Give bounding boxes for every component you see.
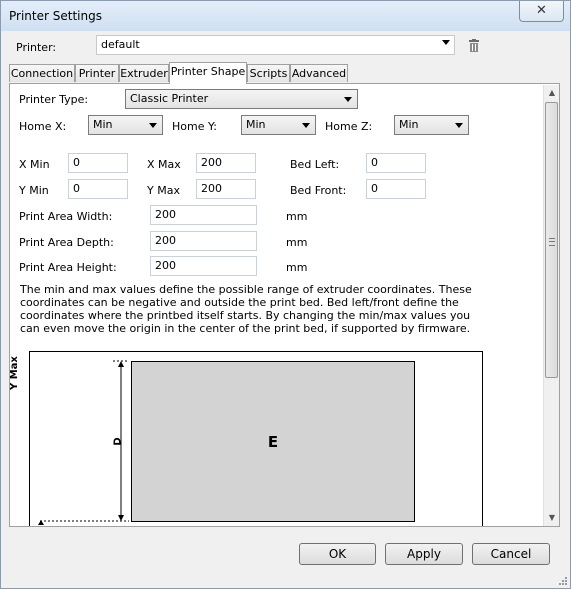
print-area-width-label: Print Area Width: bbox=[19, 210, 113, 223]
scroll-thumb[interactable] bbox=[545, 102, 558, 378]
apply-button[interactable]: Apply bbox=[385, 543, 463, 565]
height-unit-label: mm bbox=[286, 261, 308, 274]
print-area-width-input[interactable]: 200 bbox=[150, 205, 257, 225]
x-max-label: X Max bbox=[147, 158, 181, 171]
home-y-label: Home Y: bbox=[172, 120, 217, 133]
home-x-label: Home X: bbox=[19, 120, 67, 133]
printer-type-label: Printer Type: bbox=[19, 93, 89, 106]
chevron-down-icon bbox=[302, 123, 310, 128]
home-x-select[interactable]: Min bbox=[88, 115, 163, 135]
printer-type-select[interactable]: Classic Printer bbox=[125, 89, 358, 109]
print-area-depth-input[interactable]: 200 bbox=[150, 231, 257, 251]
home-z-label: Home Z: bbox=[325, 120, 373, 133]
width-unit-label: mm bbox=[286, 210, 308, 223]
home-z-value: Min bbox=[399, 118, 419, 131]
printer-select[interactable]: default bbox=[96, 35, 455, 55]
print-area-height-label: Print Area Height: bbox=[19, 261, 117, 274]
tab-printer[interactable]: Printer bbox=[75, 64, 119, 82]
depth-dimension-label: D bbox=[112, 437, 124, 446]
tab-printer-shape[interactable]: Printer Shape bbox=[169, 62, 247, 84]
chevron-down-icon bbox=[149, 123, 157, 128]
y-min-input[interactable]: 0 bbox=[68, 179, 128, 199]
trash-icon[interactable] bbox=[467, 39, 481, 53]
bed-label: E bbox=[267, 433, 279, 451]
scroll-up-arrow-icon[interactable]: ▲ bbox=[544, 85, 559, 101]
chevron-down-icon bbox=[344, 97, 352, 102]
tab-advanced[interactable]: Advanced bbox=[290, 64, 348, 82]
vertical-scrollbar[interactable]: ▲ ▼ bbox=[543, 85, 559, 526]
description-text: The min and max values define the possib… bbox=[20, 283, 472, 335]
printer-shape-panel: Printer Type: Classic Printer Home X: Mi… bbox=[9, 83, 560, 527]
bed-left-input[interactable]: 0 bbox=[366, 153, 426, 173]
y-min-label: Y Min bbox=[19, 184, 49, 197]
tab-extruder[interactable]: Extruder bbox=[119, 64, 169, 82]
window-title: Printer Settings bbox=[9, 9, 102, 23]
print-area-depth-label: Print Area Depth: bbox=[19, 236, 114, 249]
print-area-height-input[interactable]: 200 bbox=[150, 256, 257, 276]
ok-button[interactable]: OK bbox=[299, 543, 376, 565]
home-x-value: Min bbox=[93, 118, 113, 131]
y-max-input[interactable]: 200 bbox=[196, 179, 256, 199]
depth-unit-label: mm bbox=[286, 236, 308, 249]
scroll-down-arrow-icon[interactable]: ▼ bbox=[544, 510, 559, 526]
x-min-input[interactable]: 0 bbox=[68, 153, 128, 173]
tab-scripts[interactable]: Scripts bbox=[247, 64, 290, 82]
close-button[interactable]: ✕ bbox=[519, 1, 564, 22]
bed-front-label: Bed Front: bbox=[290, 184, 347, 197]
x-max-input[interactable]: 200 bbox=[196, 153, 256, 173]
printer-settings-window: Printer Settings ✕ Printer: default Conn… bbox=[0, 0, 571, 589]
home-y-select[interactable]: Min bbox=[241, 115, 316, 135]
x-min-label: X Min bbox=[19, 158, 50, 171]
grip-icon bbox=[549, 238, 555, 246]
cancel-button[interactable]: Cancel bbox=[472, 543, 550, 565]
resize-grip-icon[interactable] bbox=[556, 574, 568, 586]
bed-front-input[interactable]: 0 bbox=[366, 179, 426, 199]
printer-select-value: default bbox=[101, 38, 140, 51]
home-y-value: Min bbox=[246, 118, 266, 131]
home-z-select[interactable]: Min bbox=[394, 115, 469, 135]
y-max-label: Y Max bbox=[147, 184, 180, 197]
print-bed: E bbox=[131, 361, 415, 522]
bed-left-label: Bed Left: bbox=[290, 158, 340, 171]
chevron-down-icon bbox=[442, 40, 450, 45]
chevron-down-icon bbox=[455, 123, 463, 128]
printer-type-value: Classic Printer bbox=[130, 92, 209, 105]
title-bar: Printer Settings ✕ bbox=[1, 1, 570, 31]
printer-label: Printer: bbox=[16, 41, 57, 54]
tab-connection[interactable]: Connection bbox=[9, 64, 75, 82]
